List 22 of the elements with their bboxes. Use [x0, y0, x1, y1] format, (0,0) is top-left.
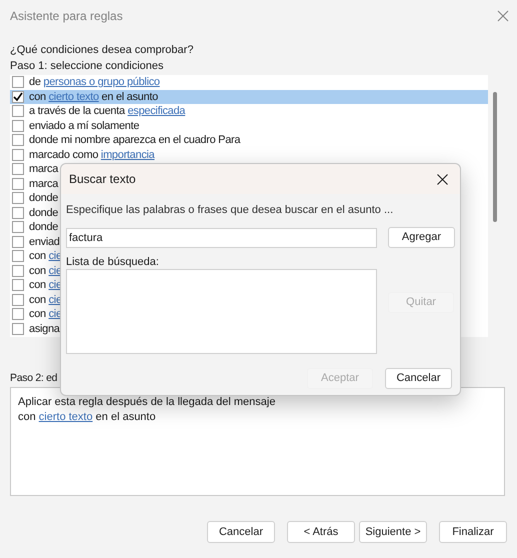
rule-line: con cierto texto en el asunto: [18, 410, 157, 424]
condition-text: donde mi nombre aparezca en el cuadro Para: [29, 133, 240, 148]
step-label: Paso 1: seleccione condiciones: [10, 59, 164, 74]
condition-text: marca: [29, 176, 58, 192]
rule-line: Aplicar esta regla después de la llegada del mensaje: [18, 395, 276, 409]
condition-text: marcado como importancia: [29, 148, 154, 162]
condition-text: donde: [29, 191, 58, 206]
step-label: Paso 2: ed: [10, 371, 58, 386]
window-title: Asistente para reglas: [10, 8, 123, 25]
condition-text: de personas o grupo público: [29, 75, 160, 90]
condition-text: donde: [29, 206, 58, 220]
question-label: ¿Qué condiciones desea comprobar?: [10, 43, 194, 58]
condition-text: asigna: [29, 322, 60, 336]
condition-text: donde: [29, 220, 58, 235]
list-label: Lista de búsqueda:: [66, 255, 160, 269]
condition-text: enviado a mí solamente: [29, 118, 140, 134]
condition-text: enviad: [29, 234, 60, 250]
dialog-title: Buscar texto: [69, 171, 136, 188]
condition-text: marca: [29, 162, 58, 177]
instructions-text: Especifique las palabras o frases que desea buscar en el asunto ...: [66, 203, 394, 218]
condition-text: con cierto texto en el asunto: [29, 90, 158, 104]
condition-text: a través de la cuenta especificada: [29, 104, 186, 119]
